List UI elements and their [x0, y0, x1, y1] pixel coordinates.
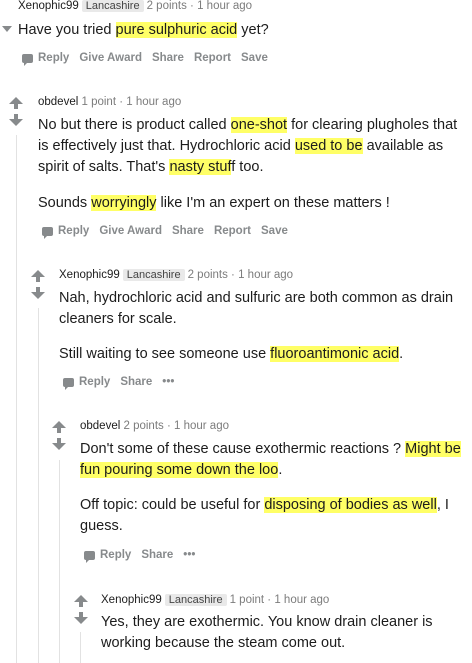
reply-icon [22, 53, 33, 66]
comment-score-time: 2 points · 1 hour ago [187, 269, 294, 281]
give-award-button[interactable]: Give Award [79, 52, 142, 64]
comment-actions: Reply Give Award Share Report Save [22, 52, 278, 66]
comment-body: Don't some of these cause exothermic rea… [80, 441, 461, 534]
highlight: disposing of bodies as well [264, 497, 437, 513]
downvote-icon[interactable] [52, 438, 66, 450]
comment-meta: Xenophic99 Lancashire 2 points · 1 hour ag… [18, 0, 252, 12]
thread-line[interactable] [38, 308, 39, 663]
vote-controls [52, 421, 66, 450]
reply-button[interactable]: Reply [84, 549, 131, 563]
thread-line[interactable] [16, 135, 17, 663]
highlight: used to be [294, 138, 363, 154]
more-options-icon[interactable]: ••• [162, 376, 174, 388]
save-button[interactable]: Save [241, 52, 268, 64]
highlight: pure sulphuric acid [115, 22, 238, 38]
user-flair: Lancashire [122, 269, 185, 281]
reply-icon [84, 550, 95, 563]
username[interactable]: Xenophic99 [101, 594, 162, 606]
username[interactable]: Xenophic99 [59, 269, 120, 281]
comment-meta: obdevel 2 points · 1 hour ago [80, 420, 229, 432]
thread-line[interactable] [80, 632, 81, 663]
comment-actions: Reply Share ••• [84, 549, 205, 563]
report-button[interactable]: Report [194, 52, 231, 64]
username[interactable]: obdevel [80, 420, 120, 432]
comment-body: No but there is product called one-shot … [38, 117, 458, 211]
comment-meta: obdevel 1 point · 1 hour ago [38, 96, 181, 108]
comment-meta: Xenophic99 Lancashire 2 points · 1 hour ag… [59, 269, 293, 281]
comment-body: Yes, they are exothermic. You know drain… [101, 614, 433, 651]
more-options-icon[interactable]: ••• [183, 549, 195, 561]
share-button[interactable]: Share [152, 52, 184, 64]
collapse-icon[interactable] [2, 26, 12, 32]
comment-body: Have you tried pure sulphuric acid yet? [18, 22, 269, 38]
upvote-icon[interactable] [9, 97, 23, 109]
share-button[interactable]: Share [141, 549, 173, 561]
downvote-icon[interactable] [9, 114, 23, 126]
vote-controls [9, 97, 23, 126]
comment-actions: Reply Share ••• [63, 376, 184, 390]
comment-body: Nah, hydrochloric acid and sulfuric are … [59, 290, 454, 362]
downvote-icon[interactable] [74, 612, 88, 624]
vote-controls [74, 595, 88, 624]
comment-score-time: 1 point · 1 hour ago [229, 594, 330, 606]
comment-score-time: 2 points · 1 hour ago [123, 420, 230, 432]
highlight: one-shot [230, 117, 288, 133]
save-button[interactable]: Save [261, 225, 288, 237]
reply-icon [42, 226, 53, 239]
reply-button[interactable]: Reply [22, 52, 69, 66]
comment-meta: Xenophic99 Lancashire 1 point · 1 hour ago [101, 594, 329, 606]
reply-icon [63, 377, 74, 390]
highlight: fluoroantimonic acid [270, 346, 400, 362]
highlight: nasty stuf [169, 159, 232, 175]
upvote-icon[interactable] [31, 270, 45, 282]
comment-actions: Reply Give Award Share Report Save [42, 225, 298, 239]
highlight: worryingly [91, 195, 157, 211]
thread-line[interactable] [59, 460, 60, 663]
comment-score-time: 1 point · 1 hour ago [81, 96, 182, 108]
user-flair: Lancashire [164, 594, 227, 606]
user-flair: Lancashire [81, 0, 144, 12]
reply-button[interactable]: Reply [63, 376, 110, 390]
downvote-icon[interactable] [31, 287, 45, 299]
share-button[interactable]: Share [120, 376, 152, 388]
upvote-icon[interactable] [74, 595, 88, 607]
share-button[interactable]: Share [172, 225, 204, 237]
username[interactable]: obdevel [38, 96, 78, 108]
upvote-icon[interactable] [52, 421, 66, 433]
report-button[interactable]: Report [214, 225, 251, 237]
reply-button[interactable]: Reply [42, 225, 89, 239]
username[interactable]: Xenophic99 [18, 0, 79, 12]
comment-score-time: 2 points · 1 hour ago [146, 0, 253, 12]
vote-controls [31, 270, 45, 299]
give-award-button[interactable]: Give Award [99, 225, 162, 237]
